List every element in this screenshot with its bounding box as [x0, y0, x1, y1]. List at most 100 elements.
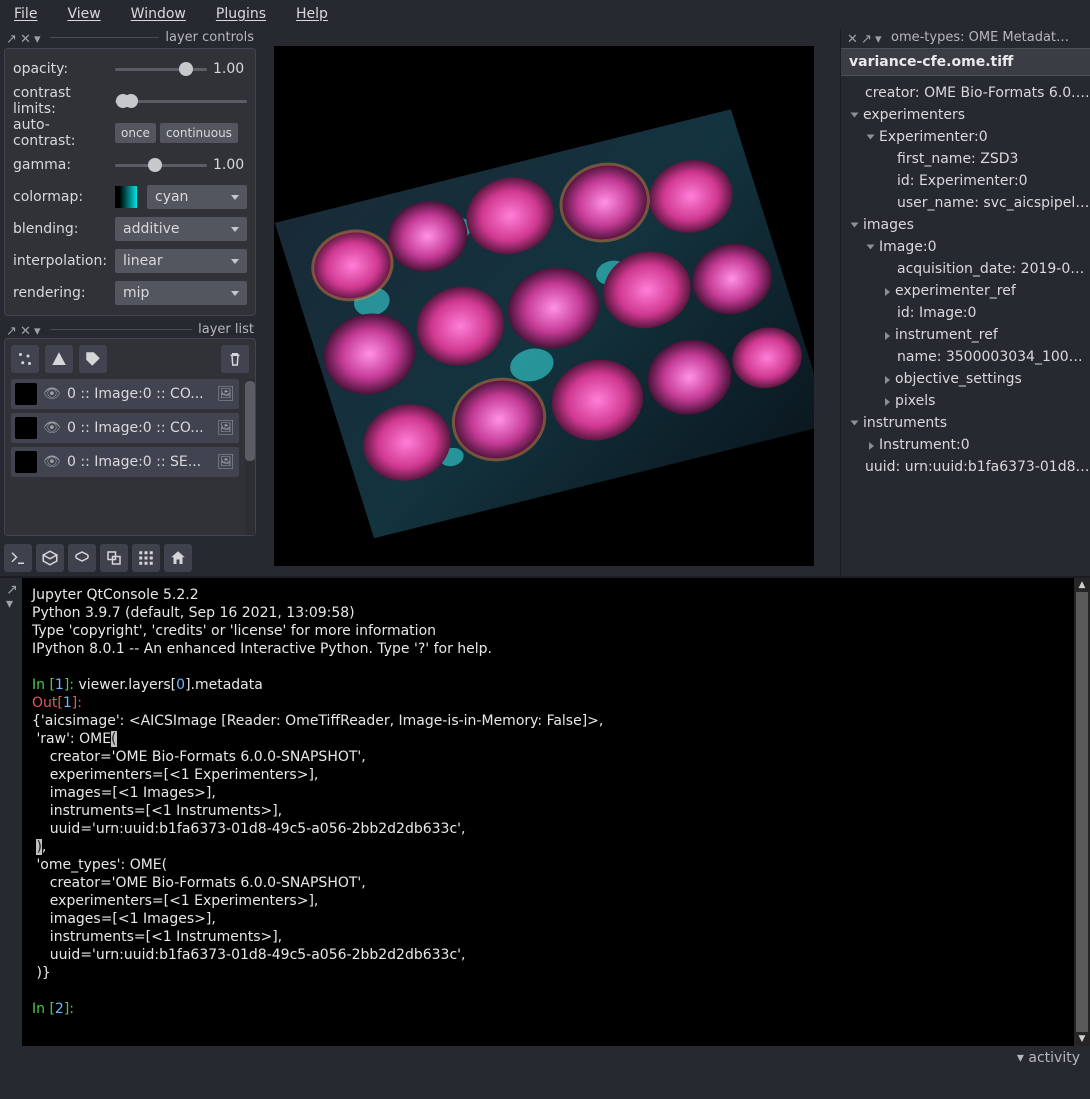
- tree-node[interactable]: objective_settings: [845, 368, 1090, 390]
- new-points-button[interactable]: [11, 345, 39, 373]
- popout-icon[interactable]: ↗: [6, 324, 16, 334]
- disclosure-triangle-icon[interactable]: [867, 245, 875, 250]
- scroll-up-icon[interactable]: ▲: [1074, 578, 1090, 592]
- collapse-icon[interactable]: ▾: [34, 324, 44, 334]
- image-type-icon: 🖼: [217, 386, 235, 402]
- layer-controls-header: ↗ ✕ ▾ layer controls: [0, 28, 260, 46]
- viewer-canvas[interactable]: [274, 46, 814, 566]
- activity-toggle[interactable]: ▾ activity: [1017, 1050, 1080, 1066]
- collapse-icon[interactable]: ▾: [6, 596, 16, 606]
- autocontrast-continuous-button[interactable]: continuous: [160, 123, 238, 143]
- viewer-buttons: [0, 540, 260, 576]
- ndisplay-button[interactable]: [36, 544, 64, 572]
- tree-node-label: acquisition_date: 2019-05-…: [897, 258, 1090, 280]
- disclosure-triangle-icon[interactable]: [867, 135, 875, 140]
- disclosure-triangle-icon[interactable]: [851, 113, 859, 118]
- layer-item[interactable]: 👁 0 :: Image:0 :: CO... 🖼: [11, 413, 239, 443]
- metadata-file-title: variance-cfe.ome.tiff: [841, 48, 1090, 76]
- tree-node: id: Experimenter:0: [845, 170, 1090, 192]
- autocontrast-once-button[interactable]: once: [115, 123, 156, 143]
- tree-node[interactable]: pixels: [845, 390, 1090, 412]
- rendering-label: rendering:: [13, 285, 109, 301]
- canvas-area: [260, 28, 840, 576]
- disclosure-triangle-icon[interactable]: [869, 442, 874, 450]
- contrast-slider[interactable]: [115, 93, 247, 109]
- autocontrast-label: auto-contrast:: [13, 117, 109, 149]
- transpose-button[interactable]: [100, 544, 128, 572]
- disclosure-triangle-icon[interactable]: [851, 421, 859, 426]
- blending-label: blending:: [13, 221, 109, 237]
- tree-node-label: Image:0: [879, 236, 936, 258]
- gamma-slider[interactable]: [115, 157, 207, 173]
- colormap-swatch: [115, 186, 137, 208]
- console-scrollbar[interactable]: ▲ ▼: [1074, 578, 1090, 1046]
- image-type-icon: 🖼: [217, 454, 235, 470]
- tree-node[interactable]: Experimenter:0: [845, 126, 1090, 148]
- new-shapes-button[interactable]: [45, 345, 73, 373]
- disclosure-triangle-icon[interactable]: [885, 332, 890, 340]
- console-button[interactable]: [4, 544, 32, 572]
- gamma-value: 1.00: [213, 157, 247, 173]
- status-bar: ▾ activity: [0, 1046, 1090, 1070]
- image-type-icon: 🖼: [217, 420, 235, 436]
- visibility-icon[interactable]: 👁: [43, 420, 61, 436]
- roll-dims-button[interactable]: [68, 544, 96, 572]
- rendered-volume: [274, 46, 814, 566]
- layer-list-title: layer list: [198, 322, 254, 337]
- rendering-dropdown[interactable]: mip: [115, 281, 247, 305]
- visibility-icon[interactable]: 👁: [43, 454, 61, 470]
- layer-item[interactable]: 👁 0 :: Image:0 :: SE... 🖼: [11, 447, 239, 477]
- menu-help[interactable]: Help: [288, 4, 336, 24]
- layer-list-header: ↗ ✕ ▾ layer list: [0, 320, 260, 338]
- scroll-down-icon[interactable]: ▼: [1074, 1032, 1090, 1046]
- blending-dropdown[interactable]: additive: [115, 217, 247, 241]
- popout-icon[interactable]: ↗: [861, 32, 871, 42]
- popout-icon[interactable]: ↗: [6, 582, 16, 592]
- disclosure-triangle-icon[interactable]: [885, 288, 890, 296]
- chevron-down-icon: [231, 227, 239, 232]
- new-labels-button[interactable]: [79, 345, 107, 373]
- tree-node[interactable]: experimenter_ref: [845, 280, 1090, 302]
- tree-node-label: experimenter_ref: [895, 280, 1016, 302]
- colormap-label: colormap:: [13, 189, 109, 205]
- tree-node[interactable]: Image:0: [845, 236, 1090, 258]
- tree-node: creator: OME Bio-Formats 6.0.…: [845, 82, 1090, 104]
- layer-list-scrollbar[interactable]: [245, 379, 255, 535]
- tree-node-label: first_name: ZSD3: [897, 148, 1018, 170]
- tree-node-label: creator: OME Bio-Formats 6.0.…: [865, 82, 1090, 104]
- colormap-dropdown[interactable]: cyan: [147, 185, 247, 209]
- grid-button[interactable]: [132, 544, 160, 572]
- tree-node-label: uuid: urn:uuid:b1fa6373-01d8-…: [865, 456, 1090, 478]
- tree-node[interactable]: instrument_ref: [845, 324, 1090, 346]
- disclosure-triangle-icon[interactable]: [885, 398, 890, 406]
- popout-icon[interactable]: ↗: [6, 32, 16, 42]
- layer-name: 0 :: Image:0 :: CO...: [67, 420, 211, 436]
- gamma-label: gamma:: [13, 157, 109, 173]
- tree-node[interactable]: Instrument:0: [845, 434, 1090, 456]
- tree-node[interactable]: instruments: [845, 412, 1090, 434]
- opacity-slider[interactable]: [115, 61, 207, 77]
- close-icon[interactable]: ✕: [20, 324, 30, 334]
- disclosure-triangle-icon[interactable]: [851, 223, 859, 228]
- tree-node: name: 3500003034_100X_…: [845, 346, 1090, 368]
- collapse-icon[interactable]: ▾: [875, 32, 885, 42]
- menu-view[interactable]: View: [59, 4, 108, 24]
- close-icon[interactable]: ✕: [20, 32, 30, 42]
- visibility-icon[interactable]: 👁: [43, 386, 61, 402]
- ipython-console[interactable]: Jupyter QtConsole 5.2.2 Python 3.9.7 (de…: [22, 578, 1074, 1046]
- tree-node: first_name: ZSD3: [845, 148, 1090, 170]
- tree-node-label: Instrument:0: [879, 434, 970, 456]
- tree-node[interactable]: images: [845, 214, 1090, 236]
- delete-layer-button[interactable]: [221, 345, 249, 373]
- collapse-icon[interactable]: ▾: [34, 32, 44, 42]
- tree-node[interactable]: experimenters: [845, 104, 1090, 126]
- tree-node-label: instruments: [863, 412, 947, 434]
- disclosure-triangle-icon[interactable]: [885, 376, 890, 384]
- home-button[interactable]: [164, 544, 192, 572]
- menu-plugins[interactable]: Plugins: [208, 4, 274, 24]
- interpolation-dropdown[interactable]: linear: [115, 249, 247, 273]
- menu-file[interactable]: File: [6, 4, 45, 24]
- menu-window[interactable]: Window: [123, 4, 194, 24]
- layer-item[interactable]: 👁 0 :: Image:0 :: CO... 🖼: [11, 379, 239, 409]
- close-icon[interactable]: ✕: [847, 32, 857, 42]
